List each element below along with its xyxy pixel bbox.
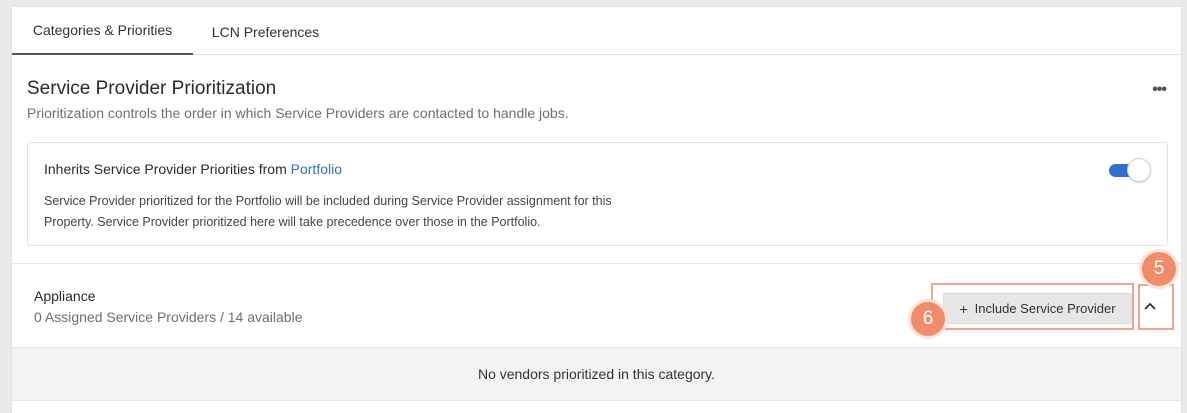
main-card: Categories & Priorities LCN Preferences …	[11, 6, 1182, 413]
plus-icon: +	[959, 300, 968, 317]
include-button-label: Include Service Provider	[974, 301, 1116, 316]
collapse-button[interactable]	[1141, 296, 1159, 316]
inherit-priorities-panel: Inherits Service Provider Priorities fro…	[27, 142, 1168, 246]
category-name: Appliance	[34, 288, 96, 304]
inherit-title-text: Inherits Service Provider Priorities fro…	[44, 161, 291, 177]
annotation-badge-5: 5	[1139, 249, 1179, 289]
annotation-badge-6: 6	[908, 299, 948, 339]
inherit-description: Service Provider prioritized for the Por…	[44, 194, 612, 229]
empty-category-message: No vendors prioritized in this category.	[12, 347, 1181, 401]
page-title: Service Provider Prioritization	[27, 78, 277, 99]
inherit-toggle[interactable]	[1109, 158, 1151, 182]
tab-bar: Categories & Priorities LCN Preferences	[12, 7, 1181, 55]
chevron-up-icon	[1144, 302, 1156, 310]
toggle-knob	[1127, 158, 1151, 182]
category-summary: 0 Assigned Service Providers / 14 availa…	[34, 309, 303, 325]
portfolio-link[interactable]: Portfolio	[291, 161, 342, 177]
more-options-icon[interactable]: •••	[1152, 81, 1167, 99]
section-divider	[12, 263, 1181, 264]
include-service-provider-button[interactable]: + Include Service Provider	[943, 293, 1132, 324]
page-subtitle: Prioritization controls the order in whi…	[27, 105, 569, 121]
tab-categories-priorities[interactable]: Categories & Priorities	[12, 7, 193, 55]
tab-lcn-preferences[interactable]: LCN Preferences	[195, 7, 336, 55]
inherit-title: Inherits Service Provider Priorities fro…	[44, 161, 342, 177]
